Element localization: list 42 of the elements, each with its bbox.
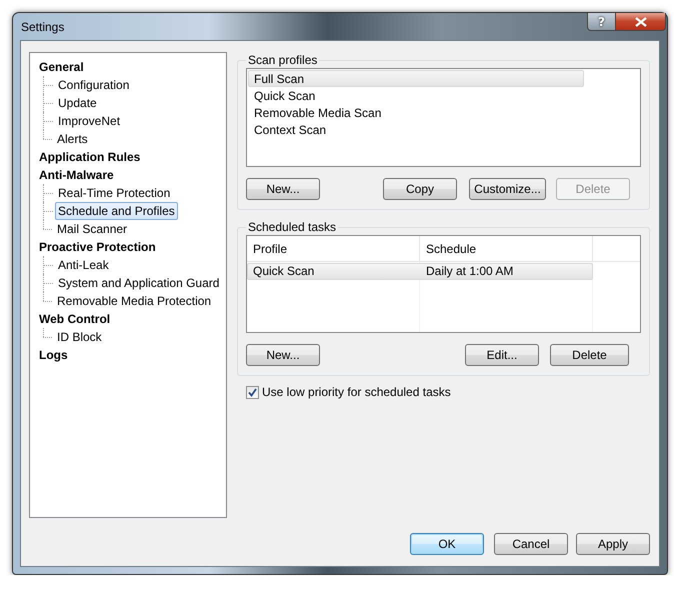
tree-item[interactable]: Proactive Protection (36, 238, 159, 256)
button[interactable]: Apply (576, 533, 650, 555)
tree-item[interactable]: Removable Media Protection (54, 292, 214, 310)
list-item[interactable]: Context Scan (248, 121, 584, 138)
tree-item[interactable]: General (36, 58, 87, 76)
button[interactable]: Copy (383, 178, 457, 200)
list-item[interactable]: Removable Media Scan (248, 104, 584, 121)
tree-item[interactable]: Schedule and Profiles (55, 202, 178, 220)
button[interactable]: OK (410, 533, 484, 555)
table-cell-text: Daily at 1:00 AM (425, 264, 514, 279)
group-title: Scan profiles (247, 53, 318, 67)
button[interactable]: New... (246, 178, 320, 200)
tree-item[interactable]: Application Rules (36, 148, 144, 166)
window-title: Settings (21, 20, 64, 34)
tree-item[interactable]: Web Control (36, 310, 114, 328)
tree-item[interactable]: Anti-Malware (36, 166, 117, 184)
tree-item[interactable]: Logs (36, 346, 71, 364)
group-title: Scheduled tasks (247, 220, 338, 234)
tree-item[interactable]: Update (55, 94, 100, 112)
list-item[interactable]: Full Scan (248, 70, 584, 87)
close-icon (634, 16, 646, 26)
button[interactable]: New... (246, 344, 320, 366)
table-cell-text: Quick Scan (252, 264, 316, 279)
table-row[interactable]: Quick Scan Daily at 1:00 AM (247, 263, 593, 280)
column-header[interactable]: Profile (247, 236, 420, 261)
tree-item[interactable]: Alerts (54, 130, 91, 148)
tree-item[interactable]: Mail Scanner (54, 220, 130, 238)
checkbox-label: Use low priority for scheduled tasks (262, 385, 451, 399)
column-header[interactable]: Schedule (420, 236, 593, 261)
button[interactable]: Cancel (494, 533, 568, 555)
close-button[interactable] (616, 13, 666, 31)
tree-item[interactable]: ImproveNet (55, 112, 124, 130)
tree-item[interactable]: Real-Time Protection (55, 184, 174, 202)
list-item[interactable]: Quick Scan (248, 87, 584, 104)
button[interactable]: Customize... (469, 178, 546, 200)
tree-item[interactable]: System and Application Guard (55, 274, 222, 292)
tree-item[interactable]: Anti-Leak (55, 256, 112, 274)
button[interactable]: Edit... (465, 344, 539, 366)
button[interactable]: Delete (550, 344, 629, 366)
tree-item[interactable]: Configuration (55, 76, 132, 94)
checkbox[interactable] (246, 386, 259, 398)
tree-item[interactable]: ID Block (54, 328, 105, 346)
